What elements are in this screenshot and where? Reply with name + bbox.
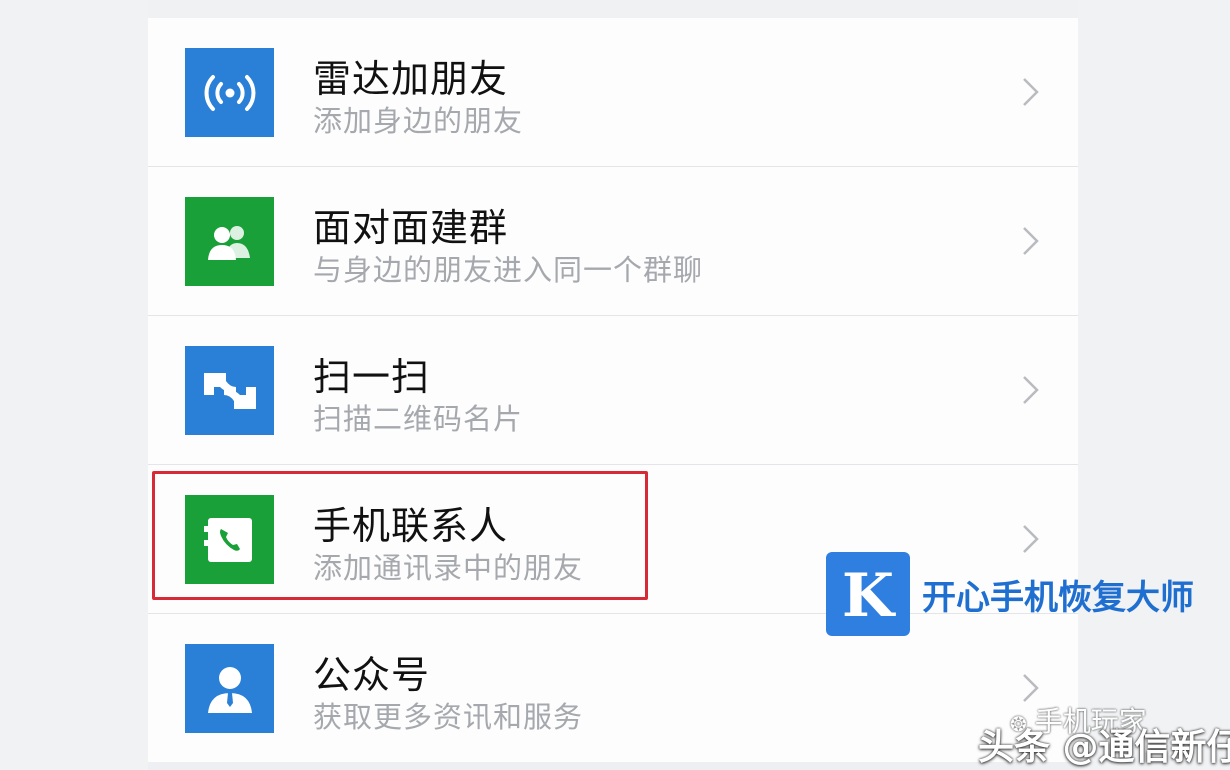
chevron-right-icon — [1023, 376, 1039, 404]
item-subtitle: 与身边的朋友进入同一个群聊 — [313, 253, 704, 287]
logo-k-icon: K — [826, 552, 910, 636]
highlight-box — [152, 471, 648, 600]
item-subtitle: 添加身边的朋友 — [313, 104, 524, 138]
page-margin-left — [0, 0, 148, 770]
item-title: 公众号 — [313, 653, 431, 697]
list-item-radar[interactable]: 雷达加朋友 添加身边的朋友 — [148, 18, 1078, 167]
chevron-right-icon — [1023, 525, 1039, 553]
item-title: 扫一扫 — [313, 355, 431, 399]
official-account-icon — [185, 644, 274, 733]
item-title: 面对面建群 — [313, 206, 509, 250]
chevron-right-icon — [1023, 227, 1039, 255]
group-icon — [185, 197, 274, 286]
item-subtitle: 获取更多资讯和服务 — [313, 700, 584, 734]
logo-letter: K — [842, 562, 896, 626]
watermark-source: 头条 @通信新仔 — [978, 727, 1230, 768]
chevron-right-icon — [1023, 78, 1039, 106]
list-item-official-accounts[interactable]: 公众号 获取更多资讯和服务 — [148, 614, 1078, 762]
radar-icon — [185, 48, 274, 137]
page-margin-right — [1078, 0, 1230, 770]
list-top-separator — [148, 0, 1078, 19]
logo-brand-name: 开心手机恢复大师 — [922, 577, 1194, 618]
list-item-scan[interactable]: 扫一扫 扫描二维码名片 — [148, 316, 1078, 465]
add-friend-options-list: 雷达加朋友 添加身边的朋友 面对面建群 与身边的朋友进入同一个群聊 扫一扫 扫描… — [148, 18, 1078, 762]
scan-icon — [185, 346, 274, 435]
list-item-face-to-face-group[interactable]: 面对面建群 与身边的朋友进入同一个群聊 — [148, 167, 1078, 316]
item-subtitle: 扫描二维码名片 — [313, 402, 524, 436]
brand-logo: K 开心手机恢复大师 — [826, 552, 1210, 636]
item-title: 雷达加朋友 — [313, 57, 509, 101]
